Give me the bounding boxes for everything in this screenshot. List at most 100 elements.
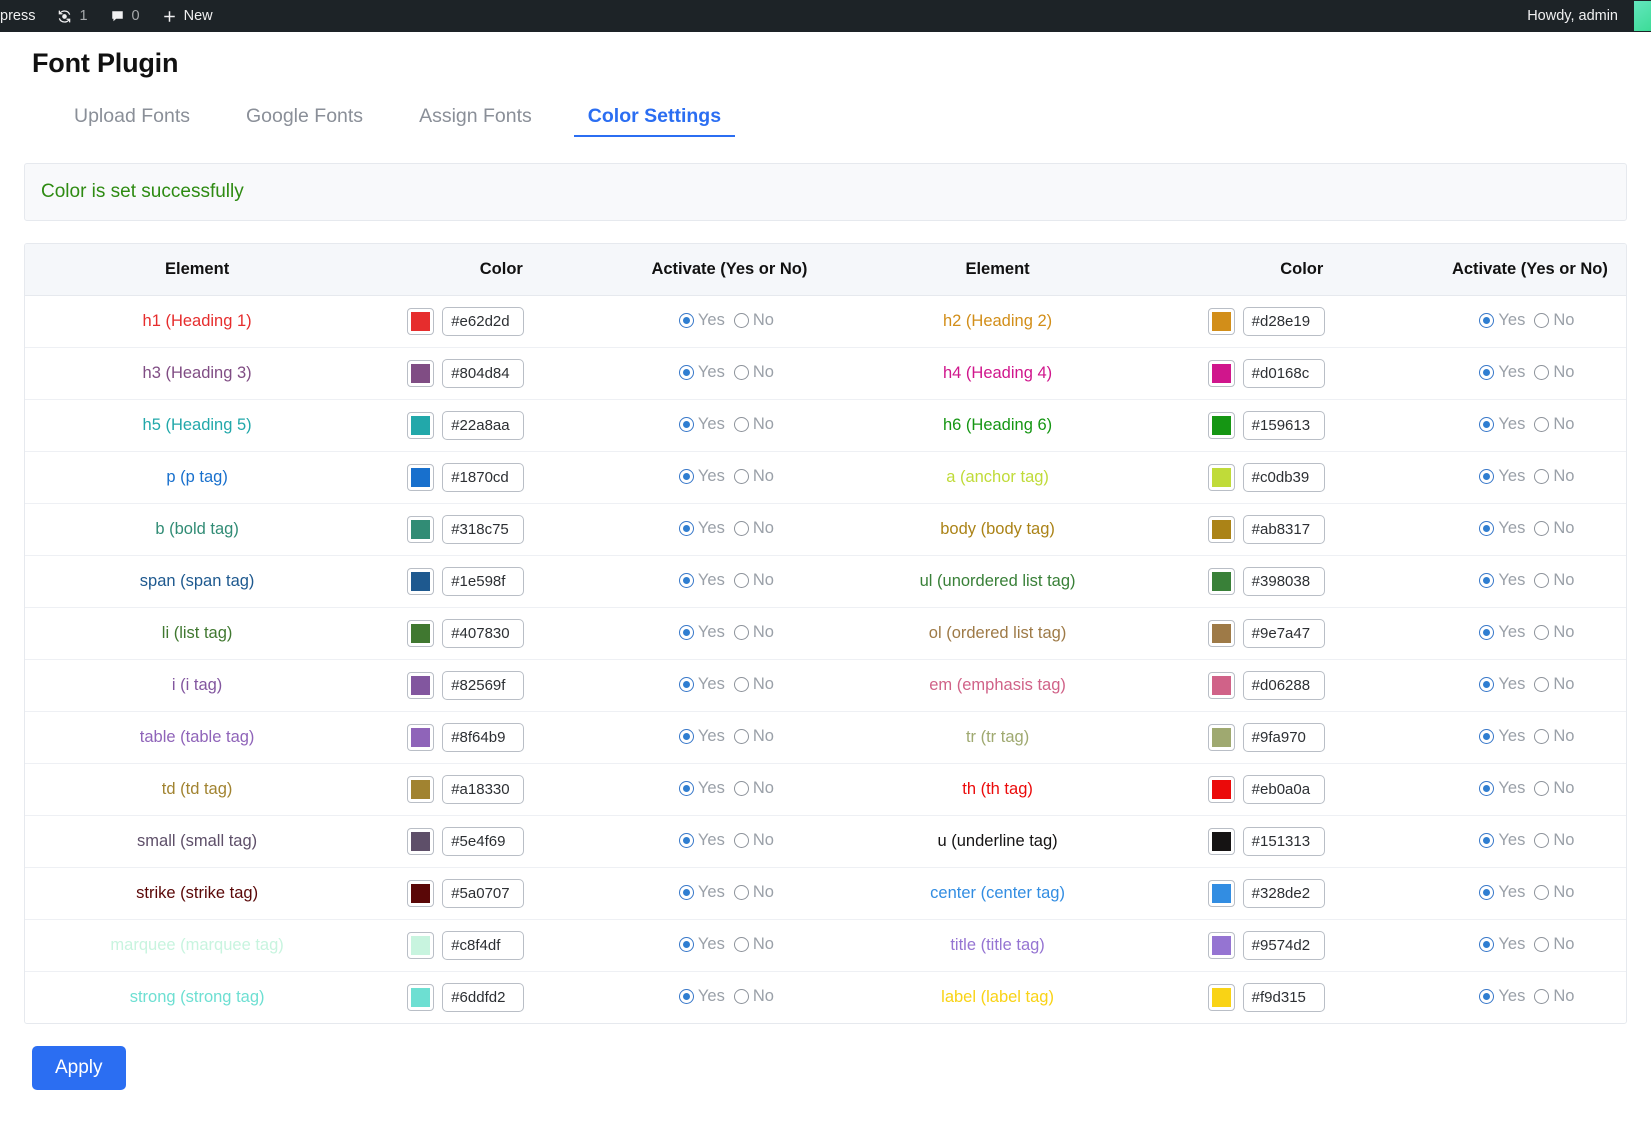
radio-yes[interactable]: [678, 676, 694, 692]
color-hex-input[interactable]: #407830: [442, 619, 525, 648]
radio-yes[interactable]: [678, 572, 694, 588]
color-swatch-picker[interactable]: [407, 776, 435, 803]
radio-no[interactable]: [733, 364, 749, 380]
color-hex-input[interactable]: #eb0a0a: [1242, 775, 1325, 804]
color-hex-input[interactable]: #d28e19: [1242, 307, 1325, 336]
color-swatch-picker[interactable]: [407, 828, 435, 855]
radio-yes[interactable]: [1479, 832, 1495, 848]
color-swatch-picker[interactable]: [407, 984, 435, 1011]
color-hex-input[interactable]: #d06288: [1242, 671, 1325, 700]
radio-no[interactable]: [733, 312, 749, 328]
radio-yes[interactable]: [678, 624, 694, 640]
radio-no[interactable]: [1534, 572, 1550, 588]
radio-no[interactable]: [733, 936, 749, 952]
radio-no[interactable]: [1534, 832, 1550, 848]
radio-yes[interactable]: [678, 416, 694, 432]
color-hex-input[interactable]: #159613: [1242, 411, 1325, 440]
color-hex-input[interactable]: #9fa970: [1242, 723, 1325, 752]
radio-no[interactable]: [733, 624, 749, 640]
color-swatch-picker[interactable]: [407, 360, 435, 387]
howdy-label[interactable]: Howdy, admin: [1527, 8, 1626, 24]
updates-menu[interactable]: 1: [46, 0, 98, 32]
radio-no[interactable]: [1534, 676, 1550, 692]
radio-yes[interactable]: [678, 884, 694, 900]
color-swatch-picker[interactable]: [1207, 984, 1235, 1011]
radio-no[interactable]: [733, 676, 749, 692]
color-swatch-picker[interactable]: [407, 932, 435, 959]
radio-no[interactable]: [1534, 884, 1550, 900]
radio-no[interactable]: [1534, 520, 1550, 536]
radio-yes[interactable]: [678, 936, 694, 952]
radio-no[interactable]: [733, 520, 749, 536]
site-name-menu[interactable]: press: [0, 0, 46, 32]
color-hex-input[interactable]: #9574d2: [1242, 931, 1325, 960]
color-hex-input[interactable]: #c8f4df: [442, 931, 525, 960]
radio-yes[interactable]: [1479, 676, 1495, 692]
radio-no[interactable]: [733, 572, 749, 588]
color-swatch-picker[interactable]: [407, 412, 435, 439]
color-swatch-picker[interactable]: [407, 516, 435, 543]
color-swatch-picker[interactable]: [407, 308, 435, 335]
radio-no[interactable]: [733, 416, 749, 432]
radio-yes[interactable]: [678, 468, 694, 484]
radio-yes[interactable]: [1479, 624, 1495, 640]
color-hex-input[interactable]: #398038: [1242, 567, 1325, 596]
color-swatch-picker[interactable]: [1207, 308, 1235, 335]
color-swatch-picker[interactable]: [1207, 568, 1235, 595]
radio-no[interactable]: [733, 468, 749, 484]
color-swatch-picker[interactable]: [1207, 932, 1235, 959]
new-content-menu[interactable]: New: [151, 0, 224, 32]
radio-no[interactable]: [733, 988, 749, 1004]
avatar[interactable]: [1634, 1, 1651, 31]
radio-yes[interactable]: [1479, 988, 1495, 1004]
color-swatch-picker[interactable]: [1207, 672, 1235, 699]
color-hex-input[interactable]: #9e7a47: [1242, 619, 1325, 648]
color-hex-input[interactable]: #5e4f69: [442, 827, 525, 856]
radio-yes[interactable]: [678, 832, 694, 848]
radio-yes[interactable]: [1479, 780, 1495, 796]
radio-no[interactable]: [733, 884, 749, 900]
radio-yes[interactable]: [678, 728, 694, 744]
color-hex-input[interactable]: #c0db39: [1242, 463, 1325, 492]
color-hex-input[interactable]: #e62d2d: [442, 307, 525, 336]
radio-no[interactable]: [1534, 468, 1550, 484]
radio-yes[interactable]: [1479, 312, 1495, 328]
color-swatch-picker[interactable]: [1207, 828, 1235, 855]
color-hex-input[interactable]: #804d84: [442, 359, 525, 388]
color-swatch-picker[interactable]: [1207, 724, 1235, 751]
color-swatch-picker[interactable]: [407, 568, 435, 595]
color-hex-input[interactable]: #8f64b9: [442, 723, 525, 752]
color-swatch-picker[interactable]: [407, 880, 435, 907]
color-hex-input[interactable]: #151313: [1242, 827, 1325, 856]
color-hex-input[interactable]: #a18330: [442, 775, 525, 804]
radio-no[interactable]: [1534, 312, 1550, 328]
radio-yes[interactable]: [1479, 468, 1495, 484]
color-swatch-picker[interactable]: [407, 464, 435, 491]
tab-color-settings[interactable]: Color Settings: [560, 101, 749, 137]
radio-yes[interactable]: [678, 780, 694, 796]
color-hex-input[interactable]: #22a8aa: [442, 411, 525, 440]
color-swatch-picker[interactable]: [1207, 464, 1235, 491]
radio-yes[interactable]: [1479, 884, 1495, 900]
color-swatch-picker[interactable]: [1207, 412, 1235, 439]
color-swatch-picker[interactable]: [1207, 360, 1235, 387]
radio-no[interactable]: [733, 780, 749, 796]
radio-yes[interactable]: [1479, 572, 1495, 588]
color-hex-input[interactable]: #d0168c: [1242, 359, 1325, 388]
color-swatch-picker[interactable]: [1207, 880, 1235, 907]
color-hex-input[interactable]: #1870cd: [442, 463, 525, 492]
color-hex-input[interactable]: #5a0707: [442, 879, 525, 908]
radio-no[interactable]: [1534, 780, 1550, 796]
radio-yes[interactable]: [678, 988, 694, 1004]
radio-yes[interactable]: [1479, 728, 1495, 744]
color-hex-input[interactable]: #318c75: [442, 515, 525, 544]
radio-no[interactable]: [1534, 416, 1550, 432]
radio-yes[interactable]: [678, 312, 694, 328]
color-swatch-picker[interactable]: [1207, 516, 1235, 543]
radio-yes[interactable]: [1479, 416, 1495, 432]
color-hex-input[interactable]: #82569f: [442, 671, 525, 700]
radio-no[interactable]: [733, 728, 749, 744]
radio-yes[interactable]: [1479, 520, 1495, 536]
radio-yes[interactable]: [678, 520, 694, 536]
radio-yes[interactable]: [678, 364, 694, 380]
